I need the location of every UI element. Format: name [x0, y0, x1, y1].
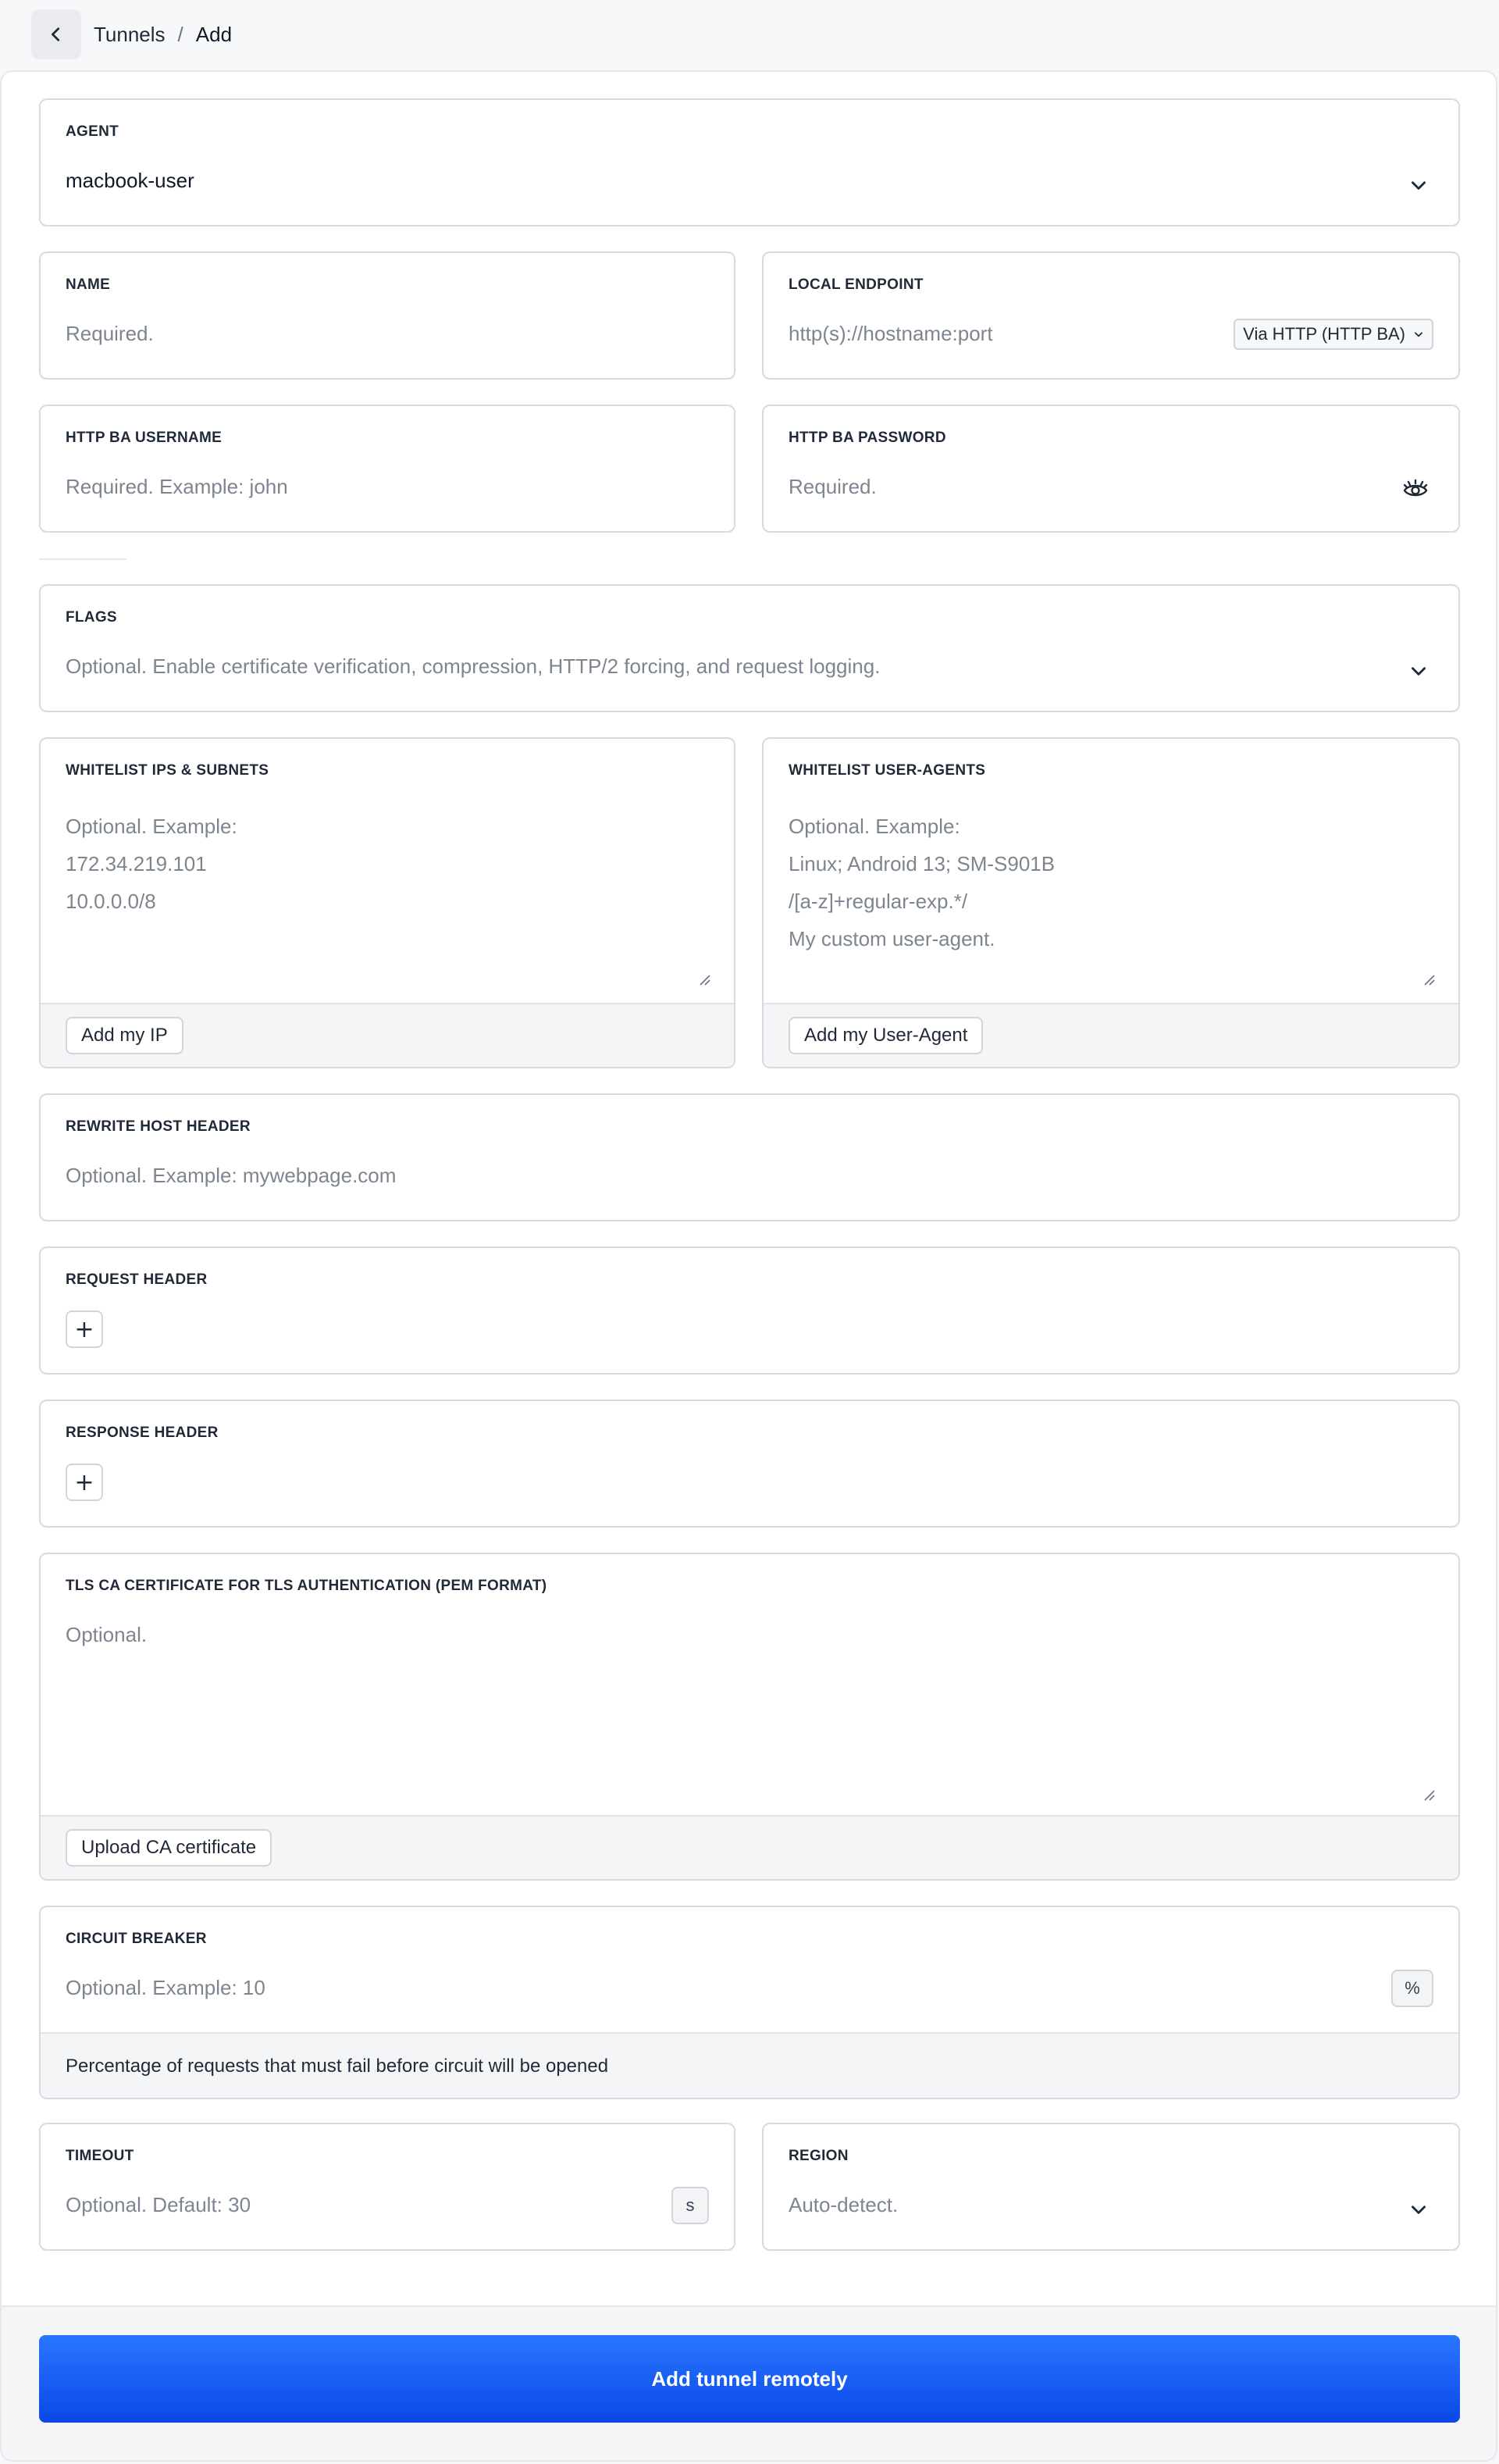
textarea-placeholder-line: /[a-z]+regular-exp.*/ [789, 890, 968, 913]
breadcrumb-separator: / [177, 22, 183, 46]
rewrite-host-input[interactable]: Optional. Example: mywebpage.com [66, 1164, 396, 1188]
ba-username-label: HTTP BA USERNAME [66, 430, 223, 446]
textarea-placeholder-line: 10.0.0.0/8 [66, 890, 156, 913]
flags-select[interactable]: FLAGS Optional. Enable certificate verif… [39, 584, 1460, 712]
whitelist-ips-footer: Add my IP [41, 1003, 734, 1067]
textarea-placeholder-line: My custom user-agent. [789, 927, 995, 950]
response-header-label: RESPONSE HEADER [66, 1425, 219, 1441]
back-button[interactable] [31, 9, 81, 59]
response-header-field: RESPONSE HEADER + [39, 1400, 1460, 1528]
chevron-left-icon [52, 27, 60, 41]
add-my-ip-button[interactable]: Add my IP [66, 1017, 183, 1054]
add-tunnel-button[interactable]: Add tunnel remotely [39, 2335, 1460, 2423]
upload-ca-button[interactable]: Upload CA certificate [66, 1829, 272, 1867]
whitelist-agents-field: WHITELIST USER-AGENTS Optional. Example:… [762, 737, 1460, 1068]
breadcrumb-current: Add [195, 22, 233, 46]
timeout-input[interactable]: Optional. Default: 30 [66, 2193, 251, 2217]
tls-ca-field: TLS CA CERTIFICATE FOR TLS AUTHENTICATIO… [39, 1553, 1460, 1881]
ba-password-input[interactable]: Required. [789, 475, 877, 499]
circuit-breaker-field: CIRCUIT BREAKER Optional. Example: 10 % … [39, 1906, 1460, 2099]
ba-password-field[interactable]: HTTP BA PASSWORD Required. [762, 405, 1460, 533]
textarea-placeholder-line: Linux; Android 13; SM-S901B [789, 852, 1056, 875]
ba-username-field[interactable]: HTTP BA USERNAME Required. Example: john [39, 405, 735, 533]
textarea-placeholder-line: Optional. Example: [66, 815, 237, 838]
textarea-placeholder-line: Optional. Example: [789, 815, 960, 838]
region-select[interactable]: REGION Auto-detect. [762, 2123, 1460, 2251]
agent-value: macbook-user [66, 169, 194, 192]
seconds-suffix: s [671, 2187, 709, 2224]
tls-ca-label: TLS CA CERTIFICATE FOR TLS AUTHENTICATIO… [66, 1578, 547, 1594]
timeout-label: TIMEOUT [66, 2148, 134, 2164]
circuit-breaker-hint: Percentage of requests that must fail be… [66, 2056, 609, 2077]
whitelist-agents-footer: Add my User-Agent [764, 1003, 1458, 1067]
rewrite-host-field[interactable]: REWRITE HOST HEADER Optional. Example: m… [39, 1093, 1460, 1221]
agent-select[interactable]: AGENT macbook-user [39, 98, 1460, 226]
breadcrumb: Tunnels / Add [94, 23, 232, 47]
endpoint-mode-value: Via HTTP (HTTP BA) [1243, 324, 1405, 344]
local-endpoint-field[interactable]: LOCAL ENDPOINT http(s)://hostname:port V… [762, 251, 1460, 380]
timeout-field[interactable]: TIMEOUT Optional. Default: 30 s [39, 2123, 735, 2251]
chevron-down-icon [1412, 181, 1426, 190]
resize-handle-icon[interactable] [1422, 1788, 1435, 1801]
agent-label: AGENT [66, 123, 119, 140]
request-header-label: REQUEST HEADER [66, 1271, 208, 1288]
whitelist-ips-label: WHITELIST IPS & SUBNETS [66, 762, 269, 779]
ba-password-label: HTTP BA PASSWORD [789, 430, 946, 446]
eye-toggle-icon[interactable] [1402, 478, 1429, 501]
whitelist-ips-textarea[interactable]: Optional. Example: 172.34.219.101 10.0.0… [66, 808, 237, 920]
textarea-placeholder-line: 172.34.219.101 [66, 852, 207, 875]
rewrite-host-label: REWRITE HOST HEADER [66, 1118, 251, 1135]
region-value: Auto-detect. [789, 2193, 899, 2216]
name-input[interactable]: Required. [66, 322, 154, 346]
whitelist-agents-label: WHITELIST USER-AGENTS [789, 762, 986, 779]
form-panel: AGENT macbook-user NAME Required. LOCAL … [0, 70, 1497, 2462]
local-endpoint-input[interactable]: http(s)://hostname:port [789, 322, 993, 346]
request-header-field: REQUEST HEADER + [39, 1246, 1460, 1375]
circuit-breaker-footer: Percentage of requests that must fail be… [41, 2032, 1458, 2098]
add-my-user-agent-button[interactable]: Add my User-Agent [789, 1017, 984, 1054]
flags-label: FLAGS [66, 609, 117, 626]
endpoint-mode-select[interactable]: Via HTTP (HTTP BA) [1234, 319, 1433, 350]
breadcrumb-tunnels[interactable]: Tunnels [94, 23, 166, 47]
flags-placeholder: Optional. Enable certificate verificatio… [66, 654, 881, 678]
circuit-breaker-input[interactable]: Optional. Example: 10 [66, 1976, 265, 2000]
add-response-header-button[interactable]: + [66, 1464, 103, 1501]
circuit-breaker-label: CIRCUIT BREAKER [66, 1931, 207, 1947]
top-bar: Tunnels / Add [31, 9, 232, 59]
local-endpoint-label: LOCAL ENDPOINT [789, 276, 924, 293]
chevron-down-icon [1415, 332, 1422, 337]
tls-ca-textarea[interactable]: Optional. [66, 1623, 147, 1647]
chevron-down-icon [1412, 2205, 1426, 2214]
resize-handle-icon[interactable] [698, 973, 710, 986]
name-field[interactable]: NAME Required. [39, 251, 735, 380]
divider [39, 558, 126, 560]
whitelist-ips-field: WHITELIST IPS & SUBNETS Optional. Exampl… [39, 737, 735, 1068]
tls-ca-footer: Upload CA certificate [41, 1815, 1458, 1879]
region-label: REGION [789, 2148, 849, 2164]
percent-suffix: % [1391, 1970, 1433, 2007]
name-label: NAME [66, 276, 111, 293]
add-request-header-button[interactable]: + [66, 1310, 103, 1348]
ba-username-input[interactable]: Required. Example: john [66, 475, 288, 499]
whitelist-agents-textarea[interactable]: Optional. Example: Linux; Android 13; SM… [789, 808, 1055, 957]
resize-handle-icon[interactable] [1422, 973, 1435, 986]
chevron-down-icon [1412, 667, 1426, 676]
